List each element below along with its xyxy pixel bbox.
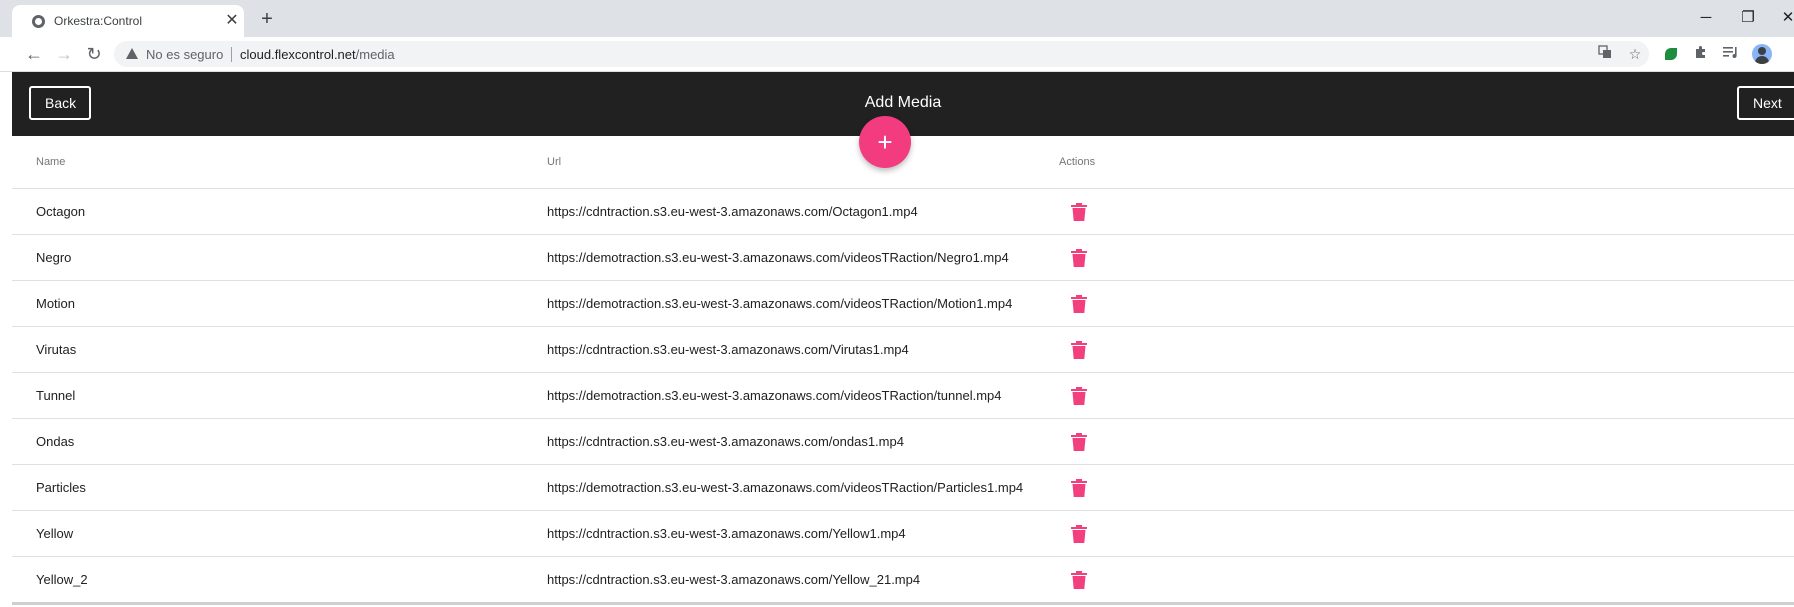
browser-tab[interactable]: Orkestra:Control ✕: [12, 5, 244, 37]
table-row: Ondas https://cdntraction.s3.eu-west-3.am…: [12, 418, 1794, 465]
media-name: Motion: [12, 280, 523, 327]
media-name: Yellow: [12, 510, 523, 557]
window-close-icon[interactable]: ✕: [1774, 6, 1794, 30]
media-url: https://demotraction.s3.eu-west-3.amazon…: [523, 280, 1035, 327]
reload-icon[interactable]: ↻: [82, 42, 106, 66]
delete-trash-icon[interactable]: [1071, 524, 1087, 543]
url-text[interactable]: cloud.flexcontrol.net/media: [240, 47, 395, 62]
browser-toolbar: ← → ↻ No es seguro cloud.flexcontrol.net…: [0, 37, 1794, 72]
column-header-actions: Actions: [1035, 136, 1794, 189]
browser-tabstrip: Orkestra:Control ✕ + ─ ❐ ✕: [0, 0, 1794, 37]
actions-cell: [1035, 234, 1794, 281]
translate-icon[interactable]: [1596, 45, 1614, 63]
media-url: https://cdntraction.s3.eu-west-3.amazona…: [523, 326, 1035, 373]
close-tab-icon[interactable]: ✕: [222, 11, 242, 31]
media-url: https://demotraction.s3.eu-west-3.amazon…: [523, 464, 1035, 511]
column-header-name: Name: [12, 136, 523, 189]
delete-trash-icon[interactable]: [1071, 478, 1087, 497]
actions-cell: [1035, 326, 1794, 373]
next-button[interactable]: Next: [1737, 86, 1794, 120]
media-name: Negro: [12, 234, 523, 281]
url-path: /media: [355, 47, 395, 62]
url-host: cloud.flexcontrol.net: [240, 47, 356, 62]
delete-trash-icon[interactable]: [1071, 294, 1087, 313]
tab-title: Orkestra:Control: [54, 14, 143, 28]
minimize-icon[interactable]: ─: [1692, 6, 1720, 30]
media-table: Name Url Actions Octagon https://cdntract…: [12, 136, 1794, 605]
media-url: https://cdntraction.s3.eu-west-3.amazona…: [523, 418, 1035, 465]
table-row: Tunnel https://demotraction.s3.eu-west-3.…: [12, 372, 1794, 419]
table-row: Particles https://demotraction.s3.eu-west…: [12, 464, 1794, 511]
globe-icon: [32, 15, 45, 28]
actions-cell: [1035, 188, 1794, 235]
table-row: Virutas https://cdntraction.s3.eu-west-3.…: [12, 326, 1794, 373]
delete-trash-icon[interactable]: [1071, 340, 1087, 359]
table-row: Yellow_2 https://cdntraction.s3.eu-west-3…: [12, 556, 1794, 605]
media-name: Virutas: [12, 326, 523, 373]
actions-cell: [1035, 280, 1794, 327]
actions-cell: [1035, 418, 1794, 465]
delete-trash-icon[interactable]: [1071, 570, 1087, 589]
media-name: Particles: [12, 464, 523, 511]
media-name: Octagon: [12, 188, 523, 235]
new-tab-button[interactable]: +: [255, 8, 279, 32]
table-row: Octagon https://cdntraction.s3.eu-west-3.…: [12, 188, 1794, 235]
extensions-puzzle-icon[interactable]: [1692, 45, 1710, 63]
bookmark-star-icon[interactable]: ☆: [1626, 45, 1644, 63]
address-bar[interactable]: No es seguro cloud.flexcontrol.net/media…: [114, 41, 1649, 67]
add-media-button[interactable]: +: [859, 116, 911, 168]
column-header-url: Url: [523, 136, 1035, 189]
extension-leaf-icon[interactable]: [1662, 45, 1680, 63]
table-row: Yellow https://cdntraction.s3.eu-west-3.a…: [12, 510, 1794, 557]
back-arrow-icon[interactable]: ←: [22, 42, 46, 66]
table-row: Motion https://demotraction.s3.eu-west-3.…: [12, 280, 1794, 327]
media-url: https://demotraction.s3.eu-west-3.amazon…: [523, 372, 1035, 419]
page-title: Add Media: [864, 94, 942, 111]
security-label[interactable]: No es seguro: [146, 47, 223, 62]
media-queue-icon[interactable]: [1722, 45, 1740, 63]
delete-trash-icon[interactable]: [1071, 386, 1087, 405]
delete-trash-icon[interactable]: [1071, 432, 1087, 451]
profile-avatar[interactable]: [1752, 44, 1772, 64]
actions-cell: [1035, 510, 1794, 557]
warning-icon: [126, 48, 138, 59]
actions-cell: [1035, 372, 1794, 419]
forward-arrow-icon[interactable]: →: [52, 42, 76, 66]
delete-trash-icon[interactable]: [1071, 248, 1087, 267]
media-url: https://cdntraction.s3.eu-west-3.amazona…: [523, 556, 1035, 605]
restore-icon[interactable]: ❐: [1734, 6, 1762, 30]
omnibox-divider: [231, 47, 232, 62]
delete-trash-icon[interactable]: [1071, 202, 1087, 221]
actions-cell: [1035, 464, 1794, 511]
media-name: Yellow_2: [12, 556, 523, 605]
media-url: https://cdntraction.s3.eu-west-3.amazona…: [523, 510, 1035, 557]
media-name: Ondas: [12, 418, 523, 465]
table-row: Negro https://demotraction.s3.eu-west-3.a…: [12, 234, 1794, 281]
media-url: https://cdntraction.s3.eu-west-3.amazona…: [523, 188, 1035, 235]
media-name: Tunnel: [12, 372, 523, 419]
actions-cell: [1035, 556, 1794, 605]
media-url: https://demotraction.s3.eu-west-3.amazon…: [523, 234, 1035, 281]
